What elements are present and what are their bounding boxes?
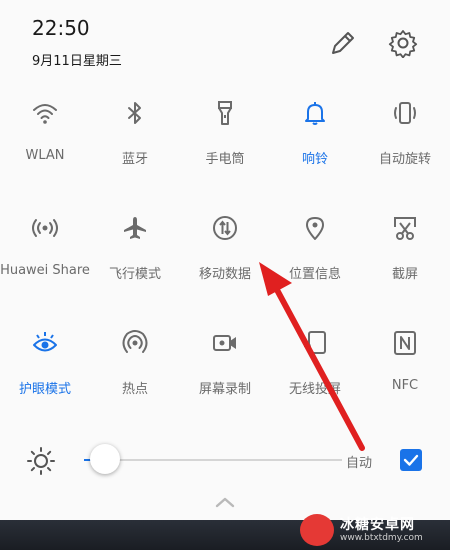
status-date: 9月11日星期三 <box>32 54 122 69</box>
tile-bluetooth[interactable]: 蓝牙 <box>90 96 180 167</box>
watermark-url: www.btxtdmy.com <box>340 533 423 543</box>
huawei-share-icon <box>0 211 90 245</box>
tile-mobile-data[interactable]: 移动数据 <box>180 211 270 282</box>
hotspot-icon <box>90 326 180 360</box>
airplane-icon <box>90 211 180 245</box>
nfc-icon <box>360 326 450 360</box>
auto-brightness-label: 自动 <box>346 456 373 471</box>
tile-location[interactable]: 位置信息 <box>270 211 360 282</box>
brightness-track[interactable] <box>84 459 342 461</box>
edit-icon[interactable] <box>328 28 358 58</box>
eye-comfort-icon <box>0 326 90 360</box>
tile-label: 护眼模式 <box>18 382 71 397</box>
tile-huawei-share[interactable]: Huawei Share <box>0 211 90 278</box>
status-time: 22:50 <box>32 16 90 40</box>
flashlight-icon <box>180 96 270 130</box>
mobile-data-icon <box>180 211 270 245</box>
tile-nfc[interactable]: NFC <box>360 326 450 393</box>
tile-label: 热点 <box>121 382 148 397</box>
tile-label: 移动数据 <box>198 267 251 282</box>
tile-airplane-mode[interactable]: 飞行模式 <box>90 211 180 282</box>
settings-gear-icon[interactable] <box>388 28 418 59</box>
tile-label: 响铃 <box>301 152 328 167</box>
bluetooth-icon <box>90 96 180 130</box>
tile-label: Huawei Share <box>0 263 90 278</box>
wifi-icon <box>0 96 90 130</box>
tile-label: WLAN <box>25 148 65 163</box>
tile-label: NFC <box>391 378 419 393</box>
tile-label: 位置信息 <box>288 267 341 282</box>
brightness-slider-thumb[interactable] <box>90 444 120 474</box>
quick-settings-panel: 22:50 9月11日星期三 WLAN 蓝牙 手电筒 响铃 自动旋转 Huawe… <box>0 0 450 520</box>
auto-brightness-checkbox[interactable] <box>400 449 422 471</box>
watermark-logo-icon <box>300 514 334 546</box>
tile-wlan[interactable]: WLAN <box>0 96 90 163</box>
tile-hotspot[interactable]: 热点 <box>90 326 180 397</box>
screenshot-icon <box>360 211 450 245</box>
tile-label: 手电筒 <box>205 152 245 167</box>
tile-label: 无线投屏 <box>288 382 341 397</box>
tile-auto-rotate[interactable]: 自动旋转 <box>360 96 450 167</box>
tile-label: 自动旋转 <box>378 152 431 167</box>
tile-wireless-projection[interactable]: 无线投屏 <box>270 326 360 397</box>
tile-ring[interactable]: 响铃 <box>270 96 360 167</box>
location-icon <box>270 211 360 245</box>
wireless-projection-icon <box>270 326 360 360</box>
collapse-chevron-up-icon[interactable] <box>212 494 238 510</box>
brightness-row: 自动 <box>0 440 450 480</box>
brightness-sun-icon <box>26 446 56 476</box>
screen-record-icon <box>180 326 270 360</box>
watermark: 冰糖安卓网 www.btxtdmy.com <box>300 512 448 548</box>
tile-screenshot[interactable]: 截屏 <box>360 211 450 282</box>
tile-label: 飞行模式 <box>108 267 161 282</box>
tile-flashlight[interactable]: 手电筒 <box>180 96 270 167</box>
watermark-title: 冰糖安卓网 <box>340 517 415 533</box>
auto-rotate-icon <box>360 96 450 130</box>
bell-icon <box>270 96 360 130</box>
tile-eye-comfort[interactable]: 护眼模式 <box>0 326 90 397</box>
check-icon <box>403 454 419 466</box>
tile-label: 截屏 <box>391 267 418 282</box>
tile-screen-record[interactable]: 屏幕录制 <box>180 326 270 397</box>
tile-label: 屏幕录制 <box>198 382 251 397</box>
tile-label: 蓝牙 <box>121 152 148 167</box>
